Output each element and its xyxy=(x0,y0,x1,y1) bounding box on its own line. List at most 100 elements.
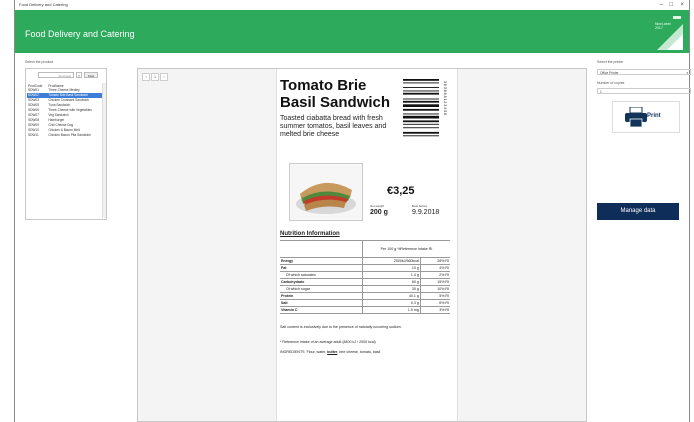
nutrition-row: Energy 2500kJ/560kcal 28% RI xyxy=(280,257,450,265)
logo-badge xyxy=(673,16,681,19)
ingredients-text-rest: , brie cheese, tomato, basil xyxy=(337,350,381,354)
product-list-panel: Find next × Find ProdCode ProdName SDW01… xyxy=(25,68,107,220)
brand-logo-icon xyxy=(657,24,683,50)
logo-text: NiceLabel 2017 xyxy=(655,22,671,30)
product-list-scrollbar[interactable] xyxy=(102,83,106,218)
nutrient-name: Vitamin C xyxy=(280,306,363,314)
barcode-bar xyxy=(403,123,439,125)
barcode-bar xyxy=(403,100,439,103)
barcode: 3 8 3 8 8 8 1 2 3 4 5 6 xyxy=(403,79,447,137)
nutrition-row: Fat 10 g 4% RI xyxy=(280,264,450,272)
net-weight-value: 200 g xyxy=(370,209,388,216)
nutrient-value: 2500kJ/560kcal xyxy=(362,257,421,265)
nutrition-row: Of which saturates 1.4 g 2% RI xyxy=(280,271,450,279)
printer-icon xyxy=(625,107,647,127)
copies-input[interactable]: 1 xyxy=(597,88,691,94)
nutrition-header-row: Per 100 g %Reference Intake RI xyxy=(280,240,450,258)
ingredients-allergen: butter xyxy=(327,350,338,354)
barcode-bar xyxy=(403,131,439,134)
title-bar: Food Delivery and Catering – □ × xyxy=(15,0,689,10)
best-before-label: Best before xyxy=(412,204,428,208)
printer-label: Select the printer xyxy=(597,60,624,64)
barcode-digits: 3 8 3 8 8 8 1 2 3 4 5 6 xyxy=(443,81,447,115)
maximize-button[interactable]: □ xyxy=(669,0,673,10)
prev-page-button[interactable]: ‹ xyxy=(142,73,150,81)
app-window: Food Delivery and Catering – □ × Food De… xyxy=(14,0,691,422)
reference-intake-note: * Reference intake of an average adult (… xyxy=(280,340,376,344)
nutrition-row: Vitamin C 1.5 mg 3% RI xyxy=(280,306,450,314)
label-page: Tomato Brie Basil Sandwich Toasted ciaba… xyxy=(276,69,458,421)
barcode-bar xyxy=(403,82,439,84)
window-title: Food Delivery and Catering xyxy=(19,2,68,7)
copies-label: Number of copies xyxy=(597,81,625,85)
nutrient-ri: 5% RI xyxy=(419,292,450,300)
product-name: Tomato Brie Basil Sandwich xyxy=(280,77,391,111)
ingredients-label: INGREDIENTS xyxy=(280,350,305,354)
printer-select-value: Office Printer xyxy=(600,71,619,75)
ingredients-text: Flour, water, xyxy=(306,350,328,354)
barcode-bar xyxy=(403,108,439,111)
nutrient-name: Fat xyxy=(280,264,363,272)
nutrient-ri: 2% RI xyxy=(419,271,450,279)
nutrient-ri: 10% RI xyxy=(419,285,450,293)
chevron-down-icon: ▾ xyxy=(686,71,688,75)
find-button[interactable]: Find xyxy=(84,72,98,78)
close-button[interactable]: × xyxy=(680,0,684,10)
printer-select[interactable]: Office Printer ▾ xyxy=(597,69,691,75)
nutrient-value: 30 g xyxy=(362,285,421,293)
nutrition-row: Salt 0.3 g 6% RI xyxy=(280,299,450,307)
barcode-bar xyxy=(403,79,439,81)
nutrition-title: Nutrition Information xyxy=(280,231,340,237)
app-title: Food Delivery and Catering xyxy=(25,29,135,39)
salt-note: Salt content is exclusively due to the p… xyxy=(280,325,402,329)
barcode-bar xyxy=(403,104,439,107)
nutrient-name: Of which saturates xyxy=(280,271,363,279)
ingredients: INGREDIENTS Flour, water, butter, brie c… xyxy=(280,350,450,355)
nutrition-row: Carbohydrate 60 g 15% RI xyxy=(280,278,450,286)
nutrient-ri: 28% RI xyxy=(419,257,450,265)
search-input[interactable]: Find next xyxy=(38,72,74,78)
page-number: 1 xyxy=(151,73,159,81)
product-photo xyxy=(289,163,363,221)
label-preview: ‹ 1 › Tomato Brie Basil Sandwich Toasted c… xyxy=(137,68,587,422)
print-button-label: Print xyxy=(647,113,661,119)
nutrition-row: Of which sugar 30 g 10% RI xyxy=(280,285,450,293)
nutrient-name: Protein xyxy=(280,292,363,300)
clear-search-icon[interactable]: × xyxy=(76,72,82,78)
nutrient-value: 10 g xyxy=(362,264,421,272)
barcode-bar xyxy=(403,113,439,115)
product-code-cell: SDW11 xyxy=(28,133,39,137)
nutrient-ri: 15% RI xyxy=(419,278,450,286)
net-weight-label: Net weight xyxy=(370,204,385,208)
best-before-value: 9.9.2018 xyxy=(412,209,440,216)
barcode-bar xyxy=(403,127,439,129)
next-page-button[interactable]: › xyxy=(160,73,168,81)
nutrient-value: 60 g xyxy=(362,278,421,286)
nutrition-table: Per 100 g %Reference Intake RI Energy 250… xyxy=(280,240,450,314)
nutrient-ri: 3% RI xyxy=(419,306,450,314)
table-row[interactable]: SDW11 Chicken Bacon Pita Sandwich xyxy=(27,133,104,138)
product-name-cell: Chicken Bacon Pita Sandwich xyxy=(48,133,91,137)
nutrient-value: 1.4 g xyxy=(362,271,421,279)
nutrient-name: Energy xyxy=(280,257,363,265)
minimize-button[interactable]: – xyxy=(660,0,663,10)
nutrient-name: Of which sugar xyxy=(280,285,363,293)
product-description: Toasted ciabatta bread with fresh summer… xyxy=(280,115,387,138)
barcode-bar xyxy=(403,87,439,88)
barcode-bar xyxy=(403,120,439,123)
nutrient-ri: 6% RI xyxy=(419,299,450,307)
manage-data-button[interactable]: Manage data xyxy=(597,203,679,220)
select-product-label: Select the product xyxy=(25,60,54,64)
nutrient-value: 40.1 g xyxy=(362,292,421,300)
nutrient-value: 0.3 g xyxy=(362,299,421,307)
barcode-bar xyxy=(403,92,439,95)
nutrient-value: 1.5 mg xyxy=(362,306,421,314)
barcode-bar xyxy=(403,98,439,100)
app-header: Food Delivery and Catering NiceLabel 201… xyxy=(15,10,689,53)
barcode-bar xyxy=(403,115,439,119)
product-table: ProdCode ProdName SDW01 Three Cheese Medl… xyxy=(27,83,104,138)
nutrient-name: Carbohydrate xyxy=(280,278,363,286)
barcode-bar xyxy=(403,90,439,92)
print-button[interactable]: Print xyxy=(612,101,680,133)
nutrient-ri: 4% RI xyxy=(419,264,450,272)
